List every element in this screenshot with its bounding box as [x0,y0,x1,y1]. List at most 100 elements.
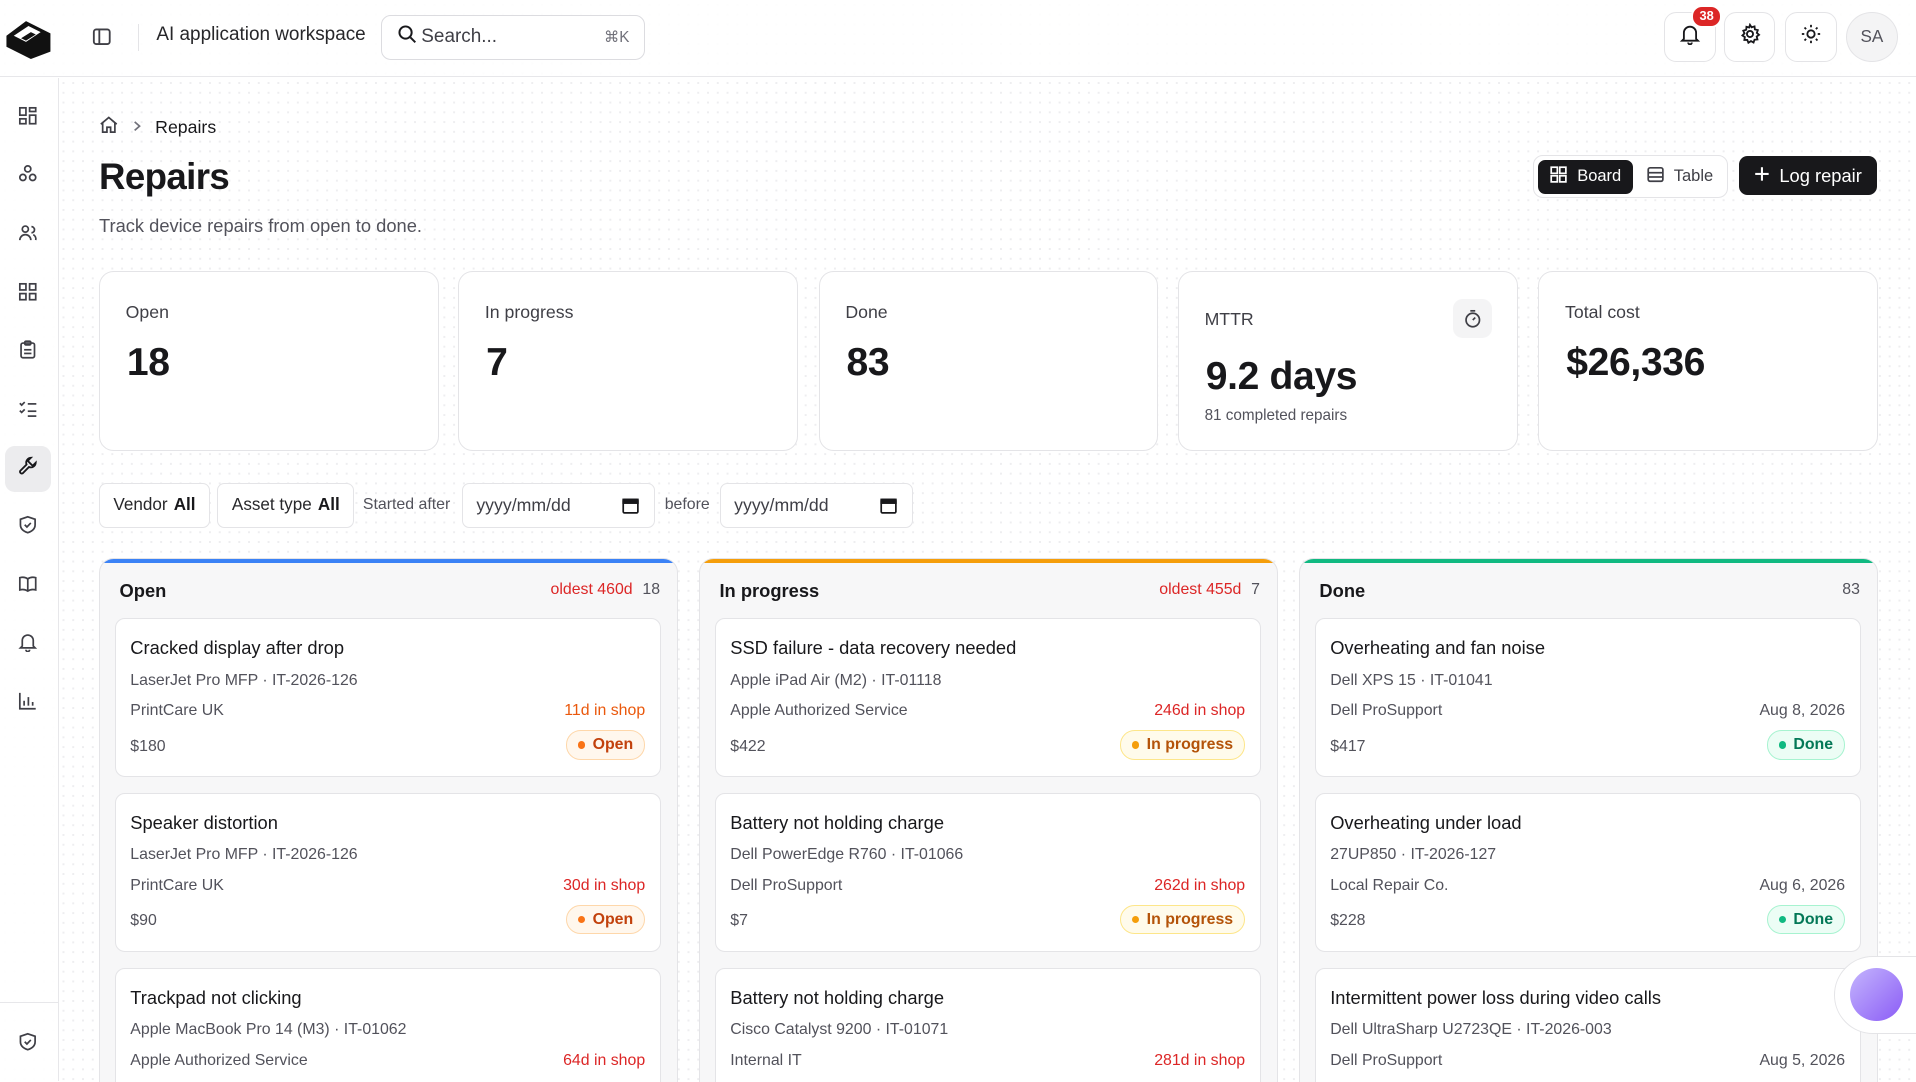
rail-item-alerts[interactable] [5,622,51,668]
top-bar: AI application workspace Search... ⌘K 38… [0,0,1916,77]
stat-value: $26,336 [1566,340,1705,384]
bell-icon [18,632,38,658]
stat-sub: 81 completed repairs [1204,406,1348,424]
repair-card[interactable]: Overheating under load 27UP850 · IT-2026… [1314,792,1861,952]
repair-asset: LaserJet Pro MFP · IT-2026-126 [130,671,358,689]
repair-age: 262d in shop [1154,876,1246,894]
repair-title: Battery not holding charge [730,812,945,834]
rail-item-repairs[interactable] [4,445,52,493]
repair-vendor: Dell ProSupport [1330,702,1443,720]
repair-card[interactable]: Cracked display after drop LaserJet Pro … [114,618,661,777]
repair-card[interactable]: SSD failure - data recovery needed Apple… [714,618,1261,777]
repair-card[interactable]: Battery not holding charge Dell PowerEdg… [714,792,1261,952]
repair-title: Trackpad not clicking [130,986,302,1008]
stat-card-done: Done 83 [818,271,1159,451]
assistant-launcher[interactable] [1834,955,1916,1034]
stat-value: 9.2 days [1205,355,1358,399]
view-table-button[interactable]: Table [1635,160,1726,194]
search-input[interactable]: Search... ⌘K [381,14,646,60]
repair-cost: $417 [1330,737,1366,755]
status-label: Done [1793,910,1834,928]
calendar-icon[interactable] [622,497,639,519]
asset-type-filter-label: Asset type [231,495,312,515]
user-avatar[interactable]: SA [1846,12,1898,63]
repair-cost: $7 [730,912,748,930]
started-after-label: Started after [362,496,451,514]
status-badge: In progress [1120,904,1246,935]
date-placeholder: yyyy/mm/dd [734,494,829,515]
started-after-date-input[interactable]: yyyy/mm/dd [461,482,655,528]
home-icon[interactable] [99,115,119,140]
clipboard-icon [18,340,38,366]
vendor-filter[interactable]: Vendor All [98,482,210,528]
search-shortcut: ⌘K [604,28,630,46]
theme-toggle-button[interactable] [1785,12,1837,63]
repair-asset: LaserJet Pro MFP · IT-2026-126 [130,846,358,864]
book-icon [18,574,38,600]
board-icon [1550,166,1568,188]
settings-button[interactable] [1724,12,1776,63]
stat-label: In progress [484,301,574,322]
rail-item-security[interactable] [5,505,51,551]
repair-vendor: PrintCare UK [130,876,224,894]
asset-type-filter[interactable]: Asset type All [217,482,355,528]
board-column-open: Open oldest 460d 18 Cracked display after… [98,558,679,1082]
rail-item-checklist[interactable] [5,389,51,435]
rail-item-knowledge[interactable] [5,563,51,609]
board-column-done: Done 83 Overheating and fan noise Dell X… [1298,558,1879,1082]
breadcrumb-current: Repairs [155,116,217,137]
calendar-icon[interactable] [880,497,897,519]
dashboard-icon [18,106,38,132]
assistant-avatar-icon [1849,967,1904,1022]
view-board-button[interactable]: Board [1538,159,1634,195]
sidebar-toggle-button[interactable] [88,23,115,50]
repair-card[interactable]: Overheating and fan noise Dell XPS 15 · … [1314,618,1861,777]
repair-card[interactable]: Speaker distortion LaserJet Pro MFP · IT… [114,792,661,952]
search-placeholder: Search... [421,26,498,48]
repair-age: 30d in shop [563,876,646,894]
repair-vendor: Dell ProSupport [730,876,843,894]
stat-value: 7 [486,340,508,384]
status-badge: Open [565,904,646,935]
repair-age: 246d in shop [1154,702,1246,720]
stat-label: Done [845,301,888,322]
repair-card[interactable]: Intermittent power loss during video cal… [1314,967,1861,1082]
repair-card[interactable]: Battery not holding charge Cisco Catalys… [714,967,1261,1082]
status-label: In progress [1146,735,1234,753]
workspace-title: AI application workspace [156,24,366,46]
repair-asset: Dell XPS 15 · IT-01041 [1330,671,1493,689]
status-label: Open [592,735,634,753]
column-oldest: oldest 460d [550,581,633,599]
notifications-button[interactable]: 38 [1664,4,1722,63]
view-table-label: Table [1673,167,1714,186]
notification-count-badge: 38 [1691,4,1722,29]
repair-cost: $90 [130,912,157,930]
status-label: In progress [1146,910,1234,928]
log-repair-button[interactable]: Log repair [1738,156,1877,196]
rail-item-apps[interactable] [5,271,51,317]
breadcrumb: Repairs [99,115,216,140]
stat-card-in-progress: In progress 7 [458,271,798,451]
repair-title: Cracked display after drop [130,637,345,659]
column-oldest: oldest 455d [1159,581,1242,599]
repair-date: Aug 5, 2026 [1759,1051,1846,1069]
app-logo[interactable] [4,15,53,59]
status-badge: Open [565,730,646,760]
rail-item-users[interactable] [5,213,51,259]
column-accent [99,559,678,564]
column-count: 18 [642,581,661,599]
shield-icon [18,515,38,541]
view-board-label: Board [1577,167,1622,186]
before-date-input[interactable]: yyyy/mm/dd [719,482,913,528]
chevron-right-icon [131,117,143,138]
rail-item-dashboard[interactable] [5,95,51,141]
repair-card[interactable]: Trackpad not clicking Apple MacBook Pro … [114,967,661,1082]
status-label: Done [1793,735,1834,753]
repair-asset: Dell UltraSharp U2723QE · IT-2026-003 [1330,1021,1612,1039]
rail-item-clipboard[interactable] [5,330,51,376]
stat-card-mttr: MTTR 9.2 days 81 completed repairs [1177,271,1518,451]
column-count: 83 [1842,581,1860,599]
rail-item-integrations[interactable] [5,154,51,200]
rail-item-admin[interactable] [5,1021,51,1067]
rail-item-reports[interactable] [5,681,51,727]
